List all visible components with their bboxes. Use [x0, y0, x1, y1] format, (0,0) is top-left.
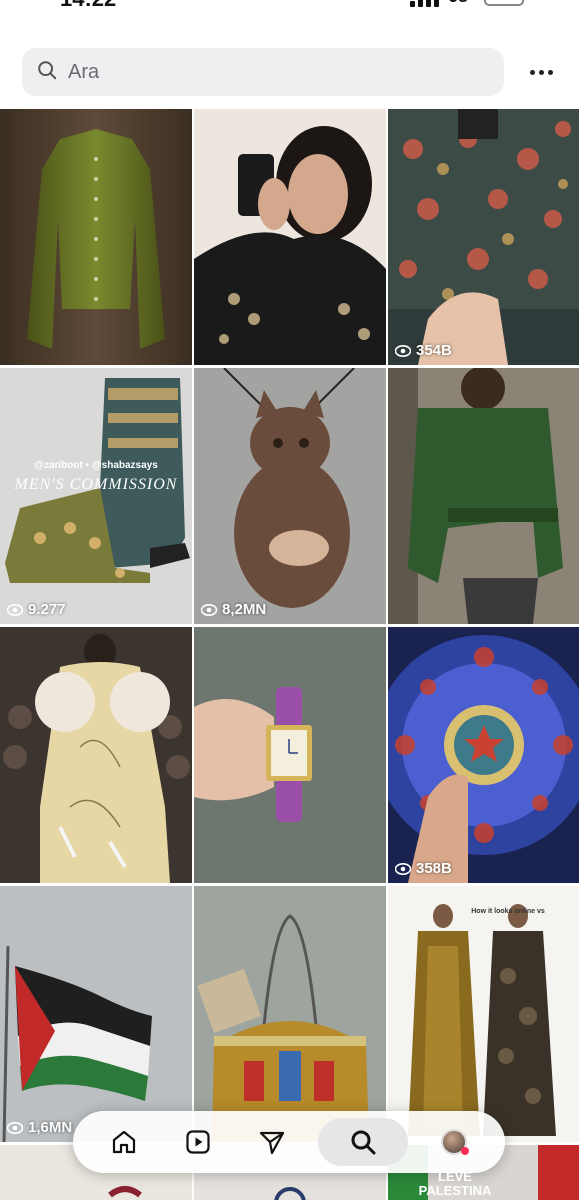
velvet-jacket-image	[0, 109, 192, 365]
eye-icon	[395, 344, 411, 357]
reels-icon	[186, 1130, 210, 1154]
grid-tile-purple-watch[interactable]	[194, 627, 386, 883]
woman-selfie-image	[194, 109, 386, 365]
embroidered-boots-image	[0, 368, 192, 624]
leve-palestina-text: LEVE PALESTINA	[418, 1169, 492, 1198]
overlay-handles: @zariboot • @shabazsays	[34, 460, 158, 471]
status-bar: 14:22 68	[0, 0, 579, 12]
battery-icon	[484, 0, 524, 6]
palestine-flag-image	[0, 886, 192, 1142]
view-count-label: 358B	[416, 860, 452, 877]
avatar	[441, 1129, 469, 1155]
view-count: 8,2MN	[201, 601, 266, 618]
search-input[interactable]	[68, 60, 468, 84]
eye-icon	[7, 603, 23, 616]
grid-tile-embroidered-boots[interactable]: @zariboot • @shabazsays MEN'S COMMISSION…	[0, 368, 192, 624]
nav-messages[interactable]	[244, 1118, 300, 1166]
bottom-nav	[73, 1111, 505, 1173]
grid-tile-mosaic-star[interactable]: 358B	[388, 627, 579, 883]
view-count-label: 9.277	[28, 601, 66, 618]
velvet-dresses-image	[388, 886, 579, 1142]
search-icon	[36, 59, 58, 86]
more-options-button[interactable]	[526, 58, 556, 86]
grid-tile-green-leather-jacket[interactable]	[388, 368, 579, 624]
embroidered-coat-image	[0, 627, 192, 883]
signal-icon	[410, 0, 439, 7]
grid-tile-embroidered-coat[interactable]	[0, 627, 192, 883]
purple-watch-image	[194, 627, 386, 883]
brown-kitten-image	[194, 368, 386, 624]
view-count-label: 354B	[416, 342, 452, 359]
send-icon	[259, 1131, 285, 1155]
nav-reels[interactable]	[170, 1118, 226, 1166]
nav-profile[interactable]	[426, 1118, 482, 1166]
view-count-label: 8,2MN	[222, 601, 267, 618]
green-leather-jacket-image	[388, 368, 579, 624]
view-count: 9.277	[7, 601, 66, 618]
beaded-bag-image	[194, 886, 386, 1142]
eye-icon	[201, 603, 217, 616]
grid-tile-floral-jacket[interactable]: 354B	[388, 109, 579, 365]
view-count-label: 1,6MN	[28, 1119, 73, 1136]
nav-search[interactable]	[318, 1118, 408, 1166]
grid-tile-woman-selfie[interactable]	[194, 109, 386, 365]
notification-dot	[461, 1147, 469, 1155]
search-icon	[351, 1130, 376, 1155]
search-bar[interactable]	[22, 48, 504, 96]
floral-jacket-image	[388, 109, 579, 365]
grid-tile-palestine-flag[interactable]: 1,6MN	[0, 886, 192, 1142]
eye-icon	[7, 1121, 23, 1134]
view-count: 1,6MN	[7, 1119, 72, 1136]
grid-tile-velvet-jacket[interactable]	[0, 109, 192, 365]
overlay-caption: How it looks online vs	[471, 908, 545, 915]
more-horizontal-icon	[529, 69, 535, 75]
status-time: 14:22	[60, 0, 116, 12]
battery-level: 68	[448, 0, 468, 7]
grid-tile-velvet-dresses[interactable]: How it looks online vs	[388, 886, 579, 1142]
view-count: 354B	[395, 342, 452, 359]
grid-tile-brown-kitten[interactable]: 8,2MN	[194, 368, 386, 624]
explore-screen: 14:22 68	[0, 0, 579, 1200]
home-icon	[112, 1130, 136, 1154]
mosaic-star-image	[388, 627, 579, 883]
grid-tile-beaded-bag[interactable]	[194, 886, 386, 1142]
nav-home[interactable]	[96, 1118, 152, 1166]
overlay-title: MEN'S COMMISSION	[14, 476, 178, 493]
view-count: 358B	[395, 860, 452, 877]
eye-icon	[395, 862, 411, 875]
